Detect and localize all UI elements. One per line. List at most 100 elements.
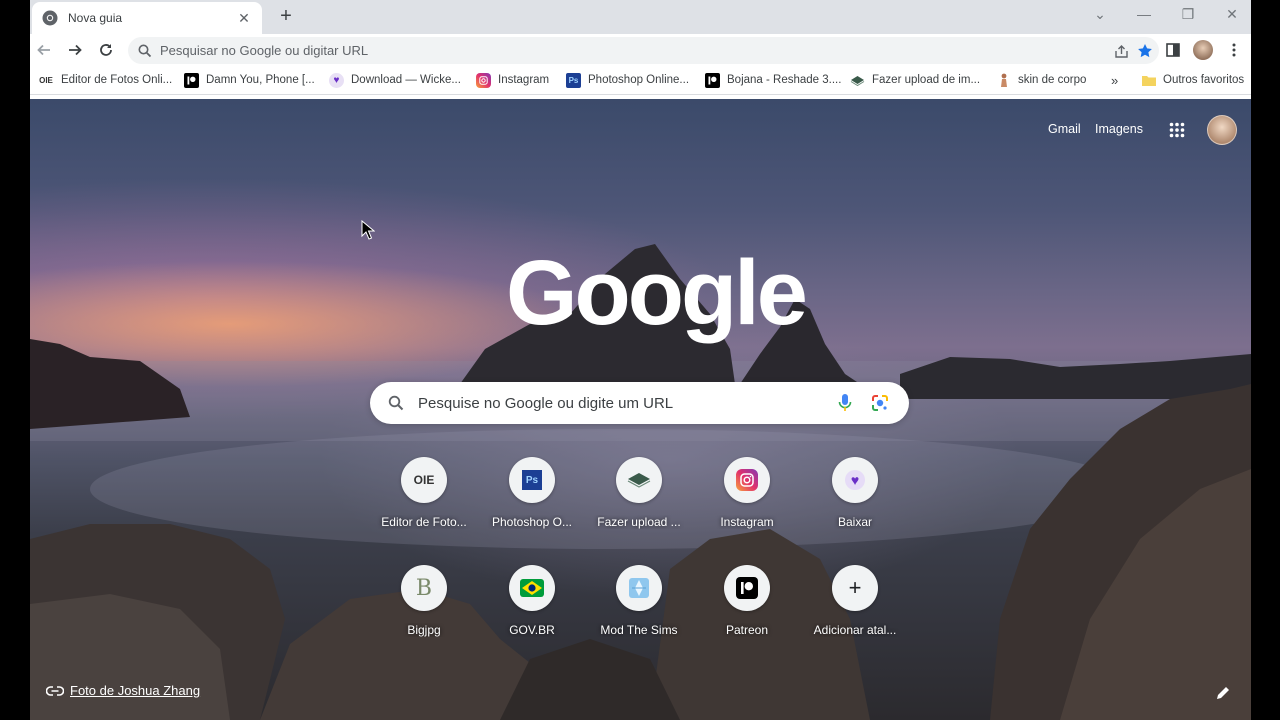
photoshop-icon: Ps [566, 72, 581, 88]
shortcut-tile[interactable]: B Bigjpg [374, 565, 474, 669]
bookmarks-bar: OIE Editor de Fotos Onli... Damn You, Ph… [30, 66, 1251, 95]
reload-button[interactable] [94, 38, 118, 62]
govbr-icon [509, 565, 555, 611]
shortcut-label: Editor de Foto... [381, 515, 467, 529]
omnibox-input[interactable] [160, 43, 1159, 58]
bookmark-item[interactable]: ♥ Download — Wicke... [329, 71, 461, 89]
instagram-icon [476, 72, 491, 88]
images-link[interactable]: Imagens [1095, 122, 1143, 136]
bookmark-item[interactable]: Fazer upload de im... [850, 71, 980, 89]
browser-window: Nova guia ✕ + ⌄ — ❐ ✕ Pesquisar no Googl… [30, 0, 1251, 720]
photoshop-icon: Ps [509, 457, 555, 503]
side-panel-icon[interactable] [1162, 39, 1184, 61]
shortcut-tile[interactable]: Mod The Sims [589, 565, 689, 669]
account-avatar[interactable] [1207, 115, 1237, 145]
restore-button[interactable]: ❐ [1176, 4, 1200, 24]
mouse-cursor-icon [361, 220, 375, 240]
forward-arrow-icon [69, 44, 82, 56]
figure-icon [996, 73, 1011, 88]
photo-credit-text: Foto de Joshua Zhang [70, 683, 201, 698]
shortcut-label: Fazer upload ... [597, 515, 681, 529]
tab-search-chevron-icon[interactable]: ⌄ [1088, 4, 1112, 24]
heart-icon: ♥ [832, 457, 878, 503]
gmail-link[interactable]: Gmail [1048, 122, 1081, 136]
shortcut-tile[interactable]: Patreon [697, 565, 797, 669]
shortcut-tile[interactable]: Instagram [697, 457, 797, 561]
plus-icon: + [832, 565, 878, 611]
toolbar [30, 34, 1251, 66]
bookmark-label: Bojana - Reshade 3.... [727, 74, 842, 86]
shortcut-label: Bigjpg [407, 623, 441, 637]
shortcut-label: Instagram [720, 515, 774, 529]
patreon-icon [184, 72, 199, 88]
google-logo: Google [506, 242, 808, 344]
bookmark-star-icon[interactable] [1135, 41, 1155, 61]
modthesims-icon [616, 565, 662, 611]
shortcut-tile[interactable]: GOV.BR [482, 565, 582, 669]
window-close-button[interactable]: ✕ [1220, 4, 1244, 24]
bookmark-label: Photoshop Online... [588, 74, 690, 86]
omnibox[interactable] [128, 37, 1159, 64]
shortcut-tile[interactable]: ♥ Baixar [805, 457, 905, 561]
microphone-icon[interactable] [837, 393, 853, 413]
patreon-icon [705, 72, 720, 88]
share-icon[interactable] [1111, 41, 1131, 61]
shortcut-tile[interactable]: Fazer upload ... [589, 457, 689, 561]
heart-icon: ♥ [329, 72, 344, 88]
shortcut-tile[interactable]: OIE Editor de Foto... [374, 457, 474, 561]
shortcut-label: Patreon [725, 623, 769, 637]
overflow-chevron-icon: » [1111, 72, 1119, 88]
patreon-icon [724, 565, 770, 611]
oie-icon: OIE [39, 75, 53, 85]
shortcut-tile[interactable]: Ps Photoshop O... [482, 457, 582, 561]
back-arrow-icon [37, 44, 50, 56]
chrome-icon [42, 10, 58, 26]
shortcut-label: Adicionar atal... [813, 623, 897, 637]
layers-icon [850, 73, 865, 88]
profile-avatar[interactable] [1192, 39, 1214, 61]
instagram-icon [724, 457, 770, 503]
bookmark-item[interactable]: Bojana - Reshade 3.... [705, 71, 841, 89]
bookmark-label: Download — Wicke... [351, 74, 461, 86]
other-favorites-folder[interactable]: Outros favoritos [1141, 71, 1244, 89]
tab-close-icon[interactable]: ✕ [236, 10, 252, 27]
tab-nova-guia[interactable]: Nova guia ✕ [32, 2, 262, 34]
google-lens-icon[interactable] [871, 394, 889, 412]
ntp-search-input[interactable] [418, 394, 909, 412]
shortcut-label: GOV.BR [509, 623, 555, 637]
shortcut-label: Mod The Sims [600, 623, 678, 637]
other-favorites-label: Outros favoritos [1163, 74, 1245, 86]
search-icon [388, 395, 404, 411]
layers-icon [616, 457, 662, 503]
apps-grid-icon[interactable] [1169, 122, 1185, 138]
bookmark-item[interactable]: OIE Editor de Fotos Onli... [38, 71, 172, 89]
search-icon [138, 44, 152, 57]
folder-icon [1141, 73, 1156, 88]
add-shortcut-tile[interactable]: + Adicionar atal... [805, 565, 905, 669]
link-icon [46, 685, 64, 696]
bookmark-label: Fazer upload de im... [872, 74, 981, 86]
ntp-search-box[interactable] [370, 382, 909, 424]
bookmark-label: Instagram [498, 74, 550, 86]
new-tab-button[interactable]: + [274, 5, 298, 29]
shortcut-label: Photoshop O... [491, 515, 573, 529]
minimize-button[interactable]: — [1132, 4, 1156, 24]
bookmark-label: Editor de Fotos Onli... [61, 74, 173, 86]
tab-title: Nova guia [68, 11, 123, 25]
bookmark-item[interactable]: Damn You, Phone [... [184, 71, 315, 89]
photo-credit-link[interactable]: Foto de Joshua Zhang [46, 683, 200, 698]
back-button[interactable] [32, 38, 56, 62]
bookmark-item[interactable]: Instagram [476, 71, 549, 89]
bookmark-label: skin de corpo [1018, 74, 1087, 86]
bookmark-item[interactable]: skin de corpo [996, 71, 1086, 89]
shortcut-label: Baixar [837, 515, 872, 529]
pencil-icon[interactable] [1215, 685, 1231, 701]
oie-icon: OIE [401, 457, 447, 503]
tab-strip: Nova guia ✕ + ⌄ — ❐ ✕ [30, 0, 1251, 34]
new-tab-page: Gmail Imagens Google Pesquise no Google … [30, 99, 1251, 720]
bookmark-item[interactable]: Ps Photoshop Online... [566, 71, 689, 89]
bookmark-label: Damn You, Phone [... [206, 74, 315, 86]
menu-kebab-icon[interactable] [1223, 39, 1245, 61]
bookmarks-overflow-button[interactable]: » [1111, 71, 1118, 89]
forward-button[interactable] [63, 38, 87, 62]
